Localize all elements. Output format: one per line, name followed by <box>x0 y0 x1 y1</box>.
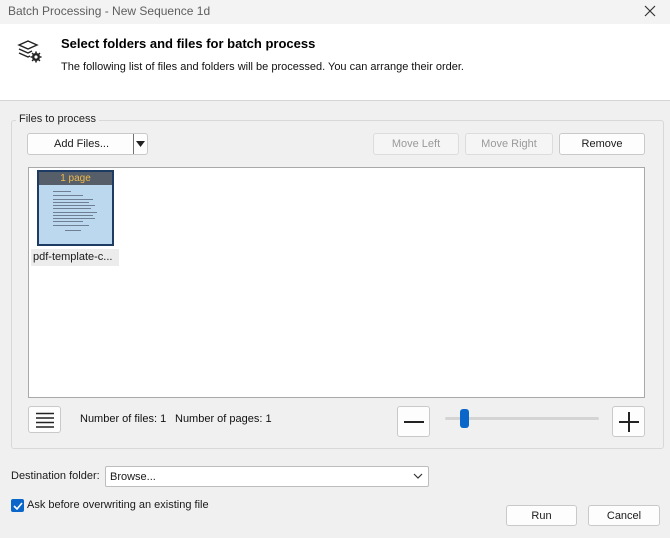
zoom-in-button[interactable] <box>612 406 645 437</box>
overwrite-label: Ask before overwriting an existing file <box>27 499 209 511</box>
destination-select[interactable]: Browse... <box>105 466 429 487</box>
files-group-label: Files to process <box>16 113 100 125</box>
zoom-out-button[interactable] <box>397 406 430 437</box>
batch-settings-icon <box>17 40 42 63</box>
dialog-header: Select folders and files for batch proce… <box>0 24 670 101</box>
list-view-icon <box>35 412 54 428</box>
header-description: The following list of files and folders … <box>61 61 464 73</box>
view-mode-button[interactable] <box>28 406 61 433</box>
file-list[interactable]: 1 page pdf-template-c... <box>28 167 645 398</box>
page-count-badge: 1 page <box>39 172 112 185</box>
move-left-button[interactable]: Move Left <box>373 133 459 155</box>
move-right-button[interactable]: Move Right <box>465 133 553 155</box>
zoom-in-icon <box>618 411 639 432</box>
add-files-button[interactable]: Add Files... <box>27 133 148 155</box>
cancel-button[interactable]: Cancel <box>588 505 660 526</box>
file-name: pdf-template-c... <box>31 249 119 266</box>
header-title: Select folders and files for batch proce… <box>61 36 316 51</box>
chevron-down-icon <box>136 141 145 147</box>
title-bar: Batch Processing - New Sequence 1d <box>0 0 670 24</box>
window-title: Batch Processing - New Sequence 1d <box>8 4 211 18</box>
add-files-dropdown[interactable] <box>133 134 147 154</box>
chevron-down-icon <box>413 473 423 479</box>
file-thumbnail[interactable]: 1 page <box>37 170 114 246</box>
add-files-label: Add Files... <box>54 138 110 150</box>
checkmark-icon <box>12 501 23 510</box>
file-item[interactable]: 1 page pdf-template-c... <box>29 168 129 268</box>
remove-button[interactable]: Remove <box>559 133 645 155</box>
destination-value: Browse... <box>110 471 156 483</box>
close-button[interactable] <box>636 0 664 22</box>
overwrite-checkbox[interactable] <box>11 499 24 512</box>
zoom-slider-thumb[interactable] <box>460 409 469 428</box>
page-count: Number of pages: 1 <box>175 413 272 425</box>
zoom-out-icon <box>403 420 424 423</box>
close-icon <box>644 5 656 17</box>
run-button[interactable]: Run <box>506 505 577 526</box>
destination-label: Destination folder: <box>11 470 100 482</box>
file-count: Number of files: 1 <box>80 413 167 425</box>
